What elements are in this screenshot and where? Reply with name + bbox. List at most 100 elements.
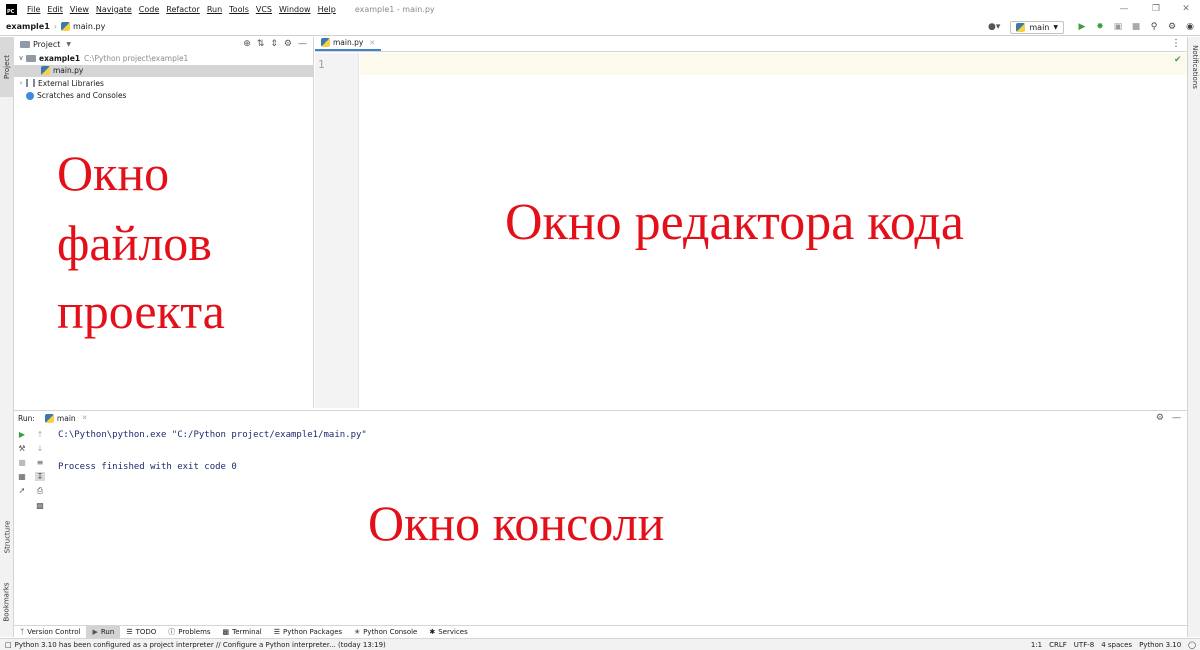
- menu-refactor[interactable]: Refactor: [166, 5, 200, 14]
- menu-navigate[interactable]: Navigate: [96, 5, 132, 14]
- folder-icon: [26, 54, 36, 62]
- lock-icon[interactable]: ◯: [1188, 641, 1196, 649]
- pin-icon[interactable]: ➚: [19, 486, 26, 495]
- run-icon[interactable]: ▶: [1074, 20, 1090, 34]
- status-interpreter[interactable]: Python 3.10: [1139, 641, 1181, 649]
- run-toolbar-primary: ▶ ⚒ ■ ▦ ➚: [14, 430, 30, 495]
- project-panel-title[interactable]: Project: [33, 40, 60, 49]
- hide-icon[interactable]: —: [298, 39, 307, 49]
- chevron-down-icon[interactable]: ▼: [66, 41, 71, 48]
- status-line-separator[interactable]: CRLF: [1049, 641, 1067, 649]
- inspection-ok-icon[interactable]: ✔: [1174, 55, 1182, 65]
- status-indent[interactable]: 4 spaces: [1101, 641, 1132, 649]
- status-caret-position[interactable]: 1:1: [1031, 641, 1042, 649]
- user-icon[interactable]: ●▾: [988, 22, 1000, 32]
- tree-item-scratches[interactable]: Scratches and Consoles: [14, 90, 313, 103]
- tool-terminal[interactable]: ▩ Terminal: [217, 626, 268, 639]
- search-icon[interactable]: ⚲: [1146, 20, 1162, 34]
- more-options-icon[interactable]: ⋮: [1171, 38, 1181, 49]
- status-message[interactable]: □ Python 3.10 has been configured as a p…: [5, 641, 386, 649]
- menu-window[interactable]: Window: [279, 5, 311, 14]
- services-icon: ✱: [429, 628, 436, 636]
- stop-icon[interactable]: ■: [18, 458, 26, 467]
- layers-icon: ☰: [273, 628, 281, 636]
- close-tab-icon[interactable]: ✕: [369, 39, 375, 47]
- bottom-tool-bar: ᛉ Version Control ▶ Run ☰ TODO ⓘ Problems ▩ T…: [14, 625, 1187, 639]
- breadcrumb-project[interactable]: example1: [6, 22, 50, 31]
- minimize-icon[interactable]: —: [1110, 2, 1138, 16]
- stop-icon[interactable]: ■: [1128, 20, 1144, 34]
- run-panel-label: Run:: [18, 413, 35, 423]
- window-title: example1 - main.py: [354, 4, 435, 14]
- tool-tab-project[interactable]: Project: [0, 37, 14, 97]
- tool-tab-notifications[interactable]: Notifications: [1188, 37, 1200, 97]
- run-tab-main[interactable]: main ✕: [44, 413, 88, 423]
- print-icon[interactable]: ⎙: [37, 486, 43, 496]
- status-bar: □ Python 3.10 has been configured as a p…: [0, 638, 1200, 650]
- info-icon: ⓘ: [168, 628, 176, 636]
- left-tool-stripe: Project Structure Bookmarks: [0, 37, 14, 637]
- tool-todo[interactable]: ☰ TODO: [120, 626, 162, 639]
- tree-root-name: example1: [39, 53, 81, 63]
- run-toolbar-secondary: ↑ ↓ ≡ ↧ ⎙ ▩: [32, 430, 48, 510]
- collapse-all-icon[interactable]: ⇕: [270, 39, 278, 49]
- wrench-icon[interactable]: ⚒: [18, 444, 25, 453]
- menu-code[interactable]: Code: [139, 5, 159, 14]
- branch-icon: ᛉ: [20, 628, 25, 636]
- menu-run[interactable]: Run: [207, 5, 222, 14]
- expand-all-icon[interactable]: ⇅: [257, 39, 265, 49]
- python-console-icon: ✭: [354, 628, 361, 636]
- tool-tab-bookmarks[interactable]: Bookmarks: [0, 572, 14, 632]
- editor-tab-bar: main.py ✕ ⋮: [315, 37, 1187, 52]
- tool-problems[interactable]: ⓘ Problems: [162, 626, 216, 639]
- tree-item-external-libraries[interactable]: › External Libraries: [14, 77, 313, 90]
- settings-icon[interactable]: ⚙: [1164, 20, 1180, 34]
- tool-run[interactable]: ▶ Run: [86, 625, 121, 639]
- scratches-icon: [26, 91, 34, 100]
- scroll-to-end-icon[interactable]: ↧: [34, 472, 46, 481]
- breadcrumb-file[interactable]: main.py: [73, 22, 105, 31]
- chevron-right-icon[interactable]: ›: [16, 79, 26, 87]
- arrow-down-icon[interactable]: ↓: [37, 444, 44, 453]
- menu-view[interactable]: View: [70, 5, 89, 14]
- trash-icon[interactable]: ▩: [36, 501, 44, 510]
- overlay-project-line2: файлов: [57, 215, 212, 271]
- gear-icon[interactable]: ⚙: [1156, 413, 1164, 423]
- tool-python-packages[interactable]: ☰ Python Packages: [268, 626, 348, 639]
- debug-icon[interactable]: ✸: [1092, 20, 1108, 34]
- tool-services[interactable]: ✱ Services: [423, 626, 473, 639]
- hide-icon[interactable]: —: [1172, 413, 1181, 423]
- run-tab-label: main: [56, 413, 76, 423]
- tree-item-main-py[interactable]: main.py: [14, 64, 313, 77]
- rerun-icon[interactable]: ▶: [19, 430, 25, 439]
- run-configuration-select[interactable]: main ▼: [1010, 20, 1064, 34]
- layout-icon[interactable]: ▦: [18, 472, 26, 481]
- python-file-icon: [41, 66, 50, 76]
- terminal-icon: ▩: [222, 628, 230, 636]
- tool-tab-structure[interactable]: Structure: [0, 507, 14, 567]
- tool-version-control[interactable]: ᛉ Version Control: [14, 626, 86, 639]
- current-line-highlight[interactable]: [360, 53, 1187, 75]
- locate-icon[interactable]: ⊕: [243, 39, 251, 49]
- arrow-up-icon[interactable]: ↑: [37, 430, 44, 439]
- menu-help[interactable]: Help: [318, 5, 336, 14]
- run-configuration-label: main: [1029, 22, 1050, 32]
- close-icon[interactable]: ✕: [1172, 2, 1200, 16]
- menu-file[interactable]: File: [27, 5, 40, 14]
- menu-bar: PC File Edit View Navigate Code Refactor…: [0, 0, 1200, 18]
- tree-item-project-root[interactable]: ∨ example1 C:\Python project\example1: [14, 52, 313, 65]
- menu-edit[interactable]: Edit: [47, 5, 63, 14]
- gear-icon[interactable]: ⚙: [284, 39, 292, 49]
- menu-vcs[interactable]: VCS: [256, 5, 272, 14]
- console-line-command: C:\Python\python.exe "C:/Python project/…: [58, 430, 367, 440]
- close-tab-icon[interactable]: ✕: [82, 414, 88, 422]
- coverage-icon[interactable]: ▣: [1110, 20, 1126, 34]
- restore-icon[interactable]: ❐: [1142, 2, 1170, 16]
- status-encoding[interactable]: UTF-8: [1074, 641, 1094, 649]
- ide-logo-icon[interactable]: ◉: [1182, 20, 1198, 34]
- menu-tools[interactable]: Tools: [229, 5, 249, 14]
- tool-python-console[interactable]: ✭ Python Console: [348, 626, 423, 639]
- soft-wrap-icon[interactable]: ≡: [37, 458, 44, 467]
- chevron-down-icon[interactable]: ∨: [16, 54, 26, 62]
- editor-tab-main-py[interactable]: main.py ✕: [315, 36, 382, 51]
